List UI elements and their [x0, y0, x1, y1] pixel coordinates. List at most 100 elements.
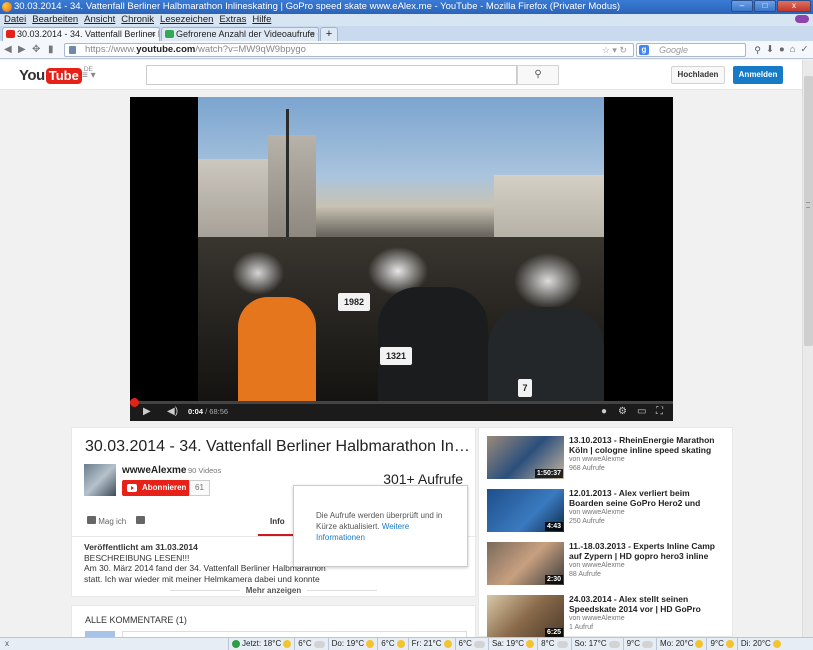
tools-icon[interactable]: ✓ — [800, 44, 808, 55]
menu-bearbeiten[interactable]: Bearbeiten — [32, 14, 78, 26]
related-video-title[interactable]: 11.-18.03.2013 - Experts Inline Camp auf… — [569, 542, 724, 561]
tab-info[interactable]: Info — [270, 517, 285, 526]
related-video-title[interactable]: 24.03.2014 - Alex stellt seinen Speedska… — [569, 595, 724, 614]
google-engine-icon[interactable]: g — [639, 45, 649, 55]
related-video-title[interactable]: 12.01.2013 - Alex verliert beim Boarden … — [569, 489, 724, 508]
youtube-favicon-icon — [6, 30, 15, 38]
video-duration: 4:43 — [544, 522, 563, 531]
cloud-icon — [642, 640, 654, 648]
annotations-icon[interactable]: ● — [601, 406, 607, 417]
related-video-item[interactable]: 4:43 12.01.2013 - Alex verliert beim Boa… — [487, 489, 727, 539]
menu-extras[interactable]: Extras — [219, 14, 246, 26]
cloud-icon — [608, 640, 620, 648]
video-thumbnail[interactable]: 2:30 — [487, 542, 564, 585]
video-thumbnail[interactable]: 6:25 — [487, 595, 564, 637]
search-engine-placeholder: Google — [659, 45, 689, 55]
subscribe-label: Abonnieren — [142, 483, 187, 492]
sun-icon — [526, 640, 535, 648]
new-tab-button[interactable]: + — [320, 27, 338, 41]
video-duration: 2:30 — [544, 575, 563, 584]
download-icon[interactable]: ⬇ — [766, 44, 774, 55]
show-more-label: Mehr anzeigen — [245, 586, 302, 595]
related-video-views: 88 Aufrufe — [569, 571, 601, 578]
settings-gear-icon[interactable]: ⚙ — [618, 406, 627, 417]
theater-mode-icon[interactable]: ▭ — [637, 406, 646, 417]
search-engine-bar[interactable]: g Google ⚲ — [636, 43, 761, 57]
page-scrollbar[interactable] — [802, 60, 813, 637]
signin-button[interactable]: Anmelden — [733, 66, 783, 84]
tab-youtube-video[interactable]: 30.03.2014 - 34. Vattenfall Berliner Hal… — [2, 27, 160, 41]
related-video-views: 968 Aufrufe — [569, 465, 605, 472]
video-thumbnail[interactable]: 1:50:37 — [487, 436, 564, 479]
description-line: statt. Ich war wieder mit meiner Helmkam… — [84, 573, 320, 584]
related-video-title[interactable]: 13.10.2013 - RheinEnergie Marathon Köln … — [569, 436, 724, 455]
home-icon[interactable]: ✥ — [32, 44, 40, 55]
upload-button[interactable]: Hochladen — [671, 66, 725, 84]
maximize-button[interactable]: □ — [754, 0, 776, 12]
google-favicon-icon — [165, 30, 174, 38]
window-controls: – □ x — [731, 0, 811, 12]
related-video-item[interactable]: 6:25 24.03.2014 - Alex stellt seinen Spe… — [487, 595, 727, 637]
menu-chronik[interactable]: Chronik — [121, 14, 154, 26]
scrollbar-thumb[interactable] — [804, 76, 813, 346]
related-video-views: 1 Aufruf — [569, 624, 594, 631]
show-more-button[interactable]: Mehr anzeigen — [71, 586, 476, 595]
related-video-views: 250 Aufrufe — [569, 518, 605, 525]
forward-arrow-icon[interactable]: ▶ — [18, 44, 26, 55]
weather-text: 6°C — [298, 639, 312, 648]
channel-avatar[interactable] — [84, 464, 116, 496]
close-addon-bar-icon[interactable]: x — [5, 638, 9, 650]
tab-close-icon[interactable]: × — [310, 28, 315, 41]
menu-hilfe[interactable]: Hilfe — [252, 14, 271, 26]
reload-icon[interactable]: ↻ — [619, 45, 627, 55]
like-button[interactable]: Mag ich — [87, 516, 126, 526]
youtube-search-button[interactable]: ⚲ — [517, 65, 559, 85]
menu-datei[interactable]: Datei — [4, 14, 26, 26]
identity-icon[interactable]: ▮ — [48, 44, 54, 55]
tab-close-icon[interactable]: × — [151, 28, 156, 41]
weather-text: 9°C — [710, 639, 724, 648]
play-icon[interactable]: ▶ — [143, 406, 151, 417]
weather-text: 9°C — [626, 639, 641, 648]
menu-lesezeichen[interactable]: Lesezeichen — [160, 14, 213, 26]
minimize-button[interactable]: – — [731, 0, 753, 12]
street-lamp — [286, 109, 289, 249]
menu-ansicht[interactable]: Ansicht — [84, 14, 115, 26]
fullscreen-icon[interactable]: ⛶ — [656, 406, 663, 417]
addon-icon[interactable]: ● — [779, 44, 785, 55]
back-arrow-icon[interactable]: ◀ — [4, 44, 12, 55]
weather-forecast: Jetzt: 18°C 6°C Do: 19°C 6°C Fr: 21°C 6°… — [228, 638, 784, 650]
channel-name[interactable]: wwweAlexme — [122, 465, 186, 476]
window-title: 30.03.2014 - 34. Vattenfall Berliner Hal… — [14, 1, 621, 12]
tab-gefrorene-anzahl[interactable]: Gefrorene Anzahl der Videoaufrufe - ... … — [161, 27, 319, 41]
video-player[interactable]: 1982 1321 7 ▶ ◀) 0:04 / 68:56 ● ⚙ ▭ ⛶ — [130, 97, 673, 421]
bookmark-star-icon[interactable]: ☆ — [602, 45, 610, 55]
video-thumbnail[interactable]: 4:43 — [487, 489, 564, 532]
window-title-bar[interactable]: 30.03.2014 - 34. Vattenfall Berliner Hal… — [0, 0, 813, 14]
url-tools: ☆ ▾ ↻ — [601, 45, 627, 55]
related-video-item[interactable]: 2:30 11.-18.03.2013 - Experts Inline Cam… — [487, 542, 727, 592]
guide-menu-icon[interactable]: ≡ ▾ — [82, 70, 96, 81]
related-video-owner: von wwweAlexme — [569, 562, 625, 569]
weather-day: Di: 20°C — [736, 638, 784, 650]
close-window-button[interactable]: x — [777, 0, 811, 12]
weather-day: Sa: 19°C — [487, 638, 537, 650]
video-frame[interactable]: 1982 1321 7 — [198, 97, 604, 401]
related-video-item[interactable]: 1:50:37 13.10.2013 - RheinEnergie Marath… — [487, 436, 727, 486]
youtube-search-input[interactable] — [146, 65, 517, 85]
subscribe-button[interactable]: Abonnieren — [122, 480, 193, 496]
sun-icon — [695, 640, 704, 648]
progress-bar[interactable] — [130, 398, 673, 407]
url-bar[interactable]: https://www.youtube.com/watch?v=MW9qW9bp… — [64, 43, 634, 57]
volume-icon[interactable]: ◀) — [167, 406, 178, 417]
home-button-icon[interactable]: ⌂ — [790, 44, 796, 55]
related-videos-sidebar: 1:50:37 13.10.2013 - RheinEnergie Marath… — [478, 427, 733, 637]
progress-scrubber[interactable] — [130, 398, 139, 407]
related-video-owner: von wwweAlexme — [569, 615, 625, 622]
tab-label: Gefrorene Anzahl der Videoaufrufe - ... — [176, 29, 319, 39]
search-icon[interactable]: ⚲ — [754, 44, 761, 56]
cloud-icon — [313, 640, 325, 648]
private-mode-icon — [795, 15, 809, 23]
skater-orange-jersey — [238, 297, 316, 401]
dislike-button[interactable] — [136, 516, 146, 526]
